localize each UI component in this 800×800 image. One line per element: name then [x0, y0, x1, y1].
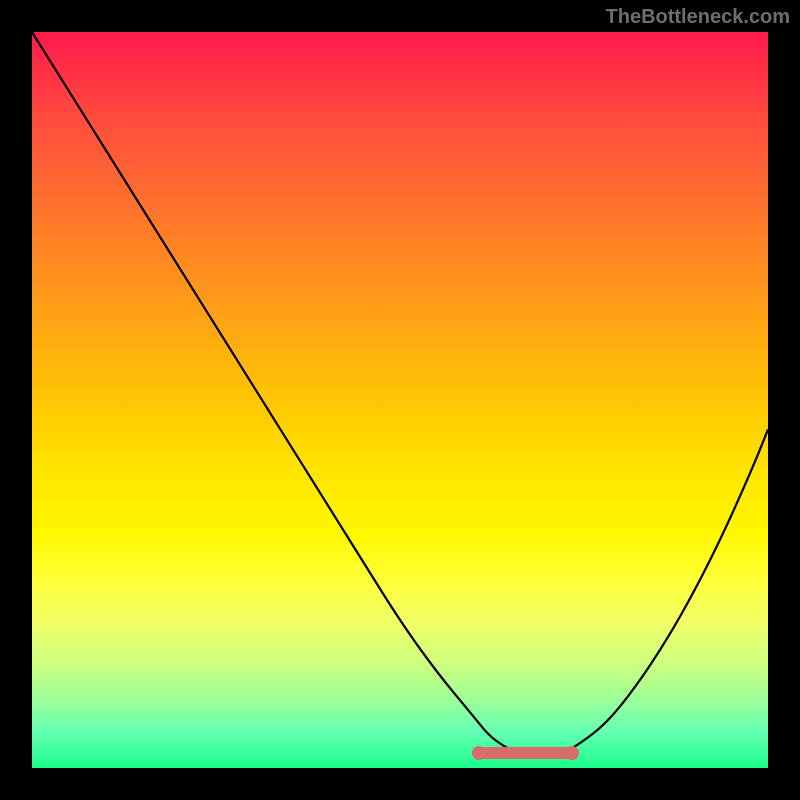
- curve-svg: [32, 32, 768, 768]
- chart-container: TheBottleneck.com: [0, 0, 800, 800]
- plot-area: [32, 32, 768, 768]
- optimal-range-marker: [474, 747, 577, 759]
- watermark-text: TheBottleneck.com: [606, 6, 790, 29]
- bottleneck-curve-line: [32, 32, 768, 757]
